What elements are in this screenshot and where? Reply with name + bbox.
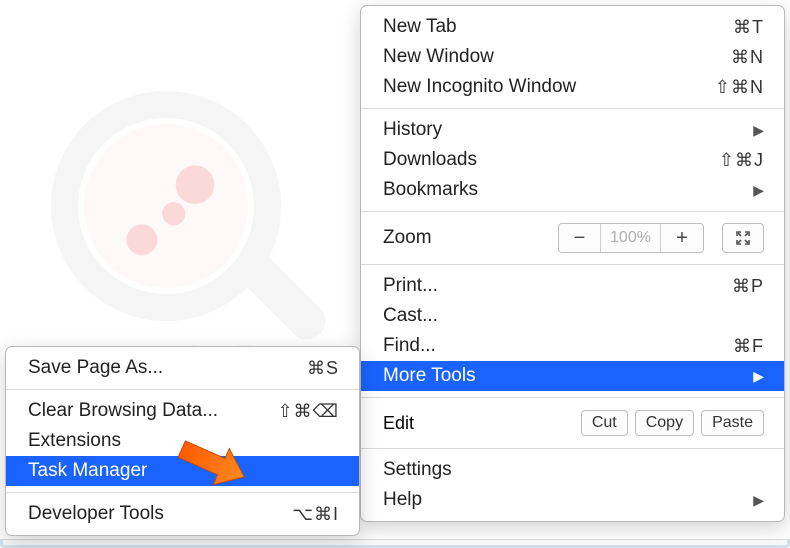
menu-label: History (383, 119, 442, 141)
menu-label: Help (383, 489, 422, 511)
menu-new-incognito[interactable]: New Incognito Window ⇧⌘N (361, 72, 784, 102)
paste-button[interactable]: Paste (701, 410, 764, 436)
menu-label: Cast... (383, 305, 438, 327)
shortcut-text: ⌘N (731, 47, 764, 68)
menu-history[interactable]: History ▶ (361, 115, 784, 145)
zoom-out-button[interactable]: − (559, 224, 601, 252)
shortcut-text: ⇧⌘J (719, 150, 764, 171)
zoom-group: − 100% + (558, 223, 704, 253)
menu-downloads[interactable]: Downloads ⇧⌘J (361, 145, 784, 175)
shortcut-text: ⌥⌘I (292, 504, 339, 525)
menu-more-tools[interactable]: More Tools ▶ (361, 361, 784, 391)
menu-edit-row: Edit Cut Copy Paste (361, 404, 784, 442)
submenu-clear-browsing-data[interactable]: Clear Browsing Data... ⇧⌘⌫ (6, 396, 359, 426)
menu-find[interactable]: Find... ⌘F (361, 331, 784, 361)
zoom-value: 100% (601, 224, 661, 252)
menu-label: Downloads (383, 149, 477, 171)
shortcut-text: ⇧⌘⌫ (277, 401, 339, 422)
shortcut-text: ⌘T (733, 17, 764, 38)
menu-separator (6, 492, 359, 493)
menu-new-window[interactable]: New Window ⌘N (361, 42, 784, 72)
submenu-developer-tools[interactable]: Developer Tools ⌥⌘I (6, 499, 359, 529)
zoom-controls: − 100% + (558, 223, 764, 253)
menu-help[interactable]: Help ▶ (361, 485, 784, 515)
copy-button[interactable]: Copy (635, 410, 694, 436)
chrome-main-menu: New Tab ⌘T New Window ⌘N New Incognito W… (360, 5, 785, 522)
menu-label: Extensions (28, 430, 121, 452)
menu-label: Print... (383, 275, 438, 297)
zoom-in-button[interactable]: + (661, 224, 703, 252)
submenu-task-manager[interactable]: Task Manager (6, 456, 359, 486)
menu-label: Bookmarks (383, 179, 478, 201)
menu-bookmarks[interactable]: Bookmarks ▶ (361, 175, 784, 205)
menu-new-tab[interactable]: New Tab ⌘T (361, 12, 784, 42)
submenu-arrow-icon: ▶ (753, 122, 764, 139)
shortcut-text: ⇧⌘N (715, 77, 764, 98)
submenu-extensions[interactable]: Extensions (6, 426, 359, 456)
menu-separator (361, 108, 784, 109)
shortcut-text: ⌘F (733, 336, 764, 357)
shortcut-text: ⌘P (732, 276, 764, 297)
menu-separator (361, 397, 784, 398)
menu-settings[interactable]: Settings (361, 455, 784, 485)
edit-buttons: Cut Copy Paste (581, 410, 764, 436)
menu-separator (361, 211, 784, 212)
menu-label: Developer Tools (28, 503, 164, 525)
menu-label: Find... (383, 335, 436, 357)
submenu-arrow-icon: ▶ (753, 492, 764, 509)
menu-label: Clear Browsing Data... (28, 400, 218, 422)
menu-label: New Tab (383, 16, 457, 38)
edit-label: Edit (383, 413, 414, 434)
menu-label: More Tools (383, 365, 476, 387)
menu-zoom-row: Zoom − 100% + (361, 218, 784, 258)
menu-separator (6, 389, 359, 390)
menu-cast[interactable]: Cast... (361, 301, 784, 331)
menu-separator (361, 448, 784, 449)
menu-label: Task Manager (28, 460, 147, 482)
shortcut-text: ⌘S (307, 358, 339, 379)
fullscreen-icon (735, 230, 751, 246)
submenu-arrow-icon: ▶ (753, 182, 764, 199)
zoom-label: Zoom (383, 227, 432, 249)
submenu-arrow-icon: ▶ (753, 368, 764, 385)
fullscreen-button[interactable] (722, 223, 764, 253)
menu-separator (361, 264, 784, 265)
more-tools-submenu: Save Page As... ⌘S Clear Browsing Data..… (5, 346, 360, 536)
menu-label: New Window (383, 46, 494, 68)
menu-print[interactable]: Print... ⌘P (361, 271, 784, 301)
submenu-save-page[interactable]: Save Page As... ⌘S (6, 353, 359, 383)
menu-label: Settings (383, 459, 452, 481)
menu-label: Save Page As... (28, 357, 163, 379)
cut-button[interactable]: Cut (581, 410, 628, 436)
menu-label: New Incognito Window (383, 76, 576, 98)
